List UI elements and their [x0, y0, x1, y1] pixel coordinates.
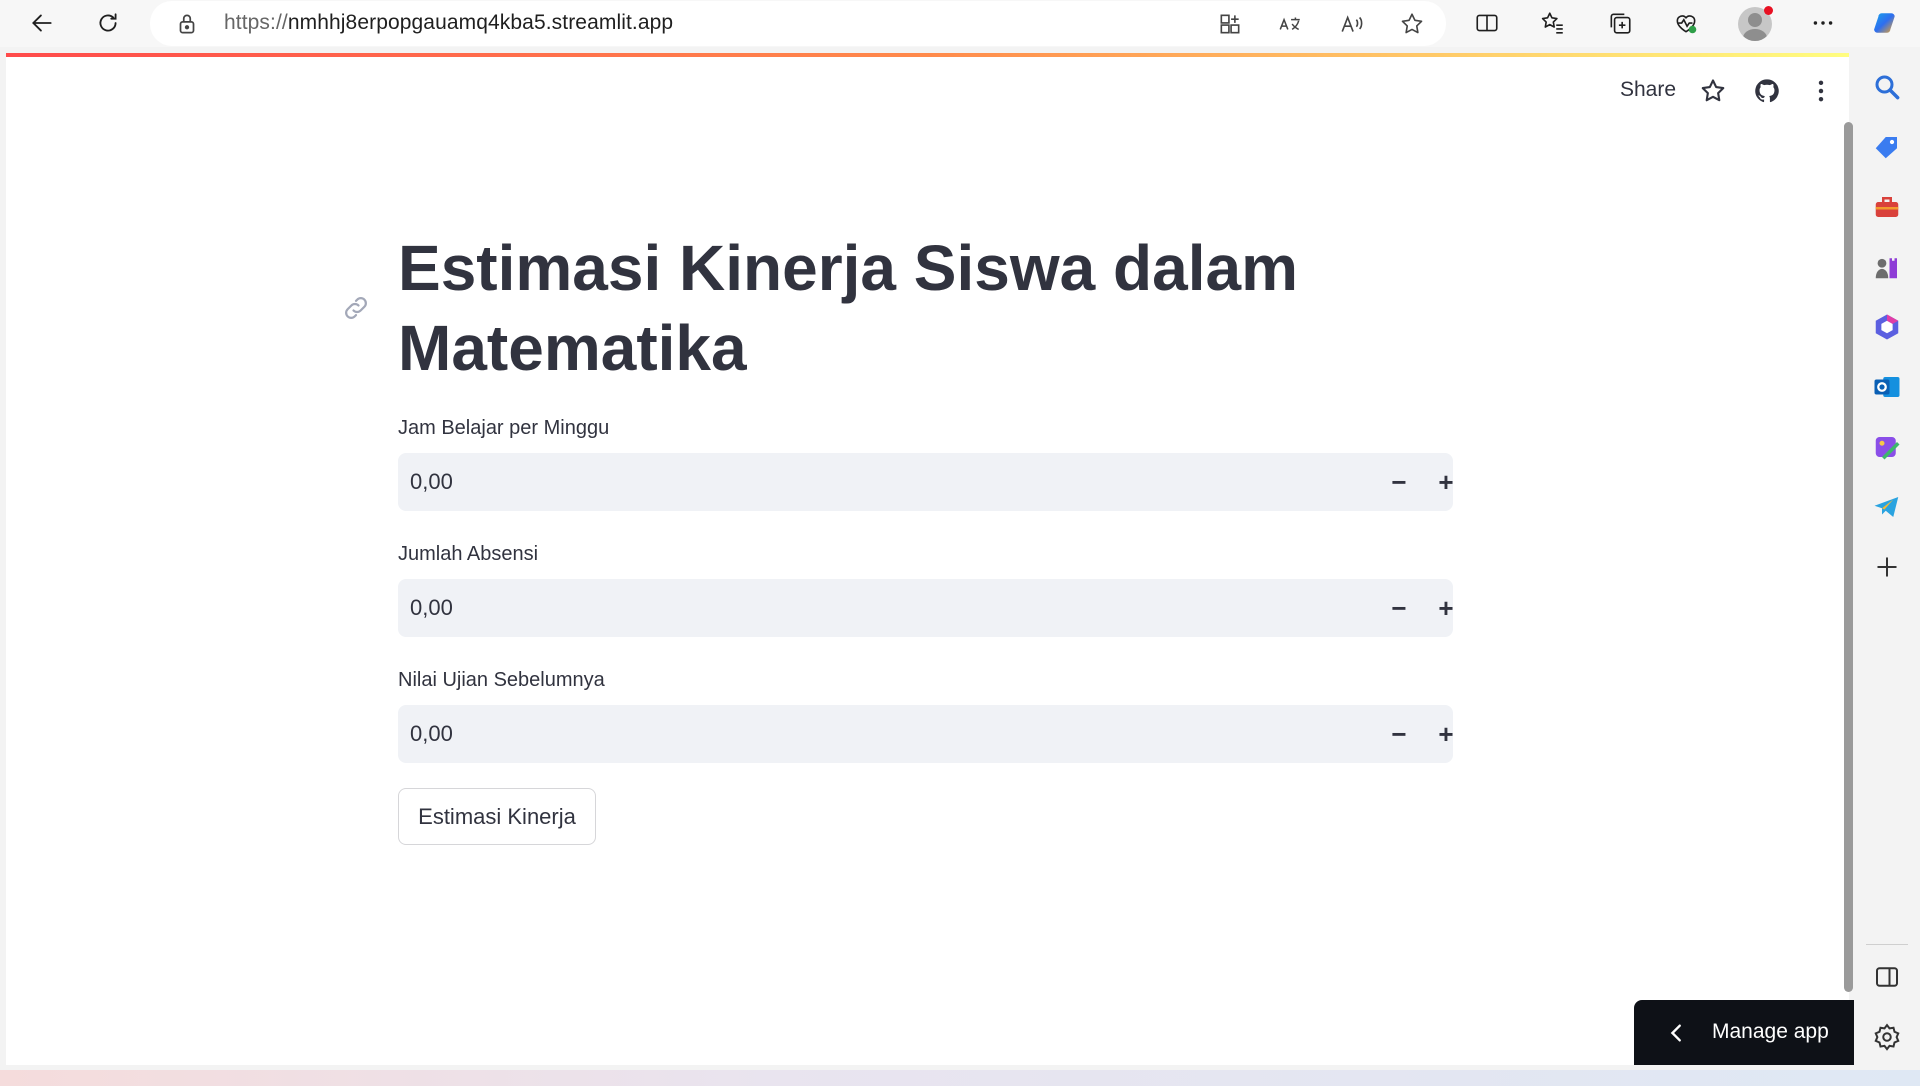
number-input-value[interactable]: 0,00: [410, 721, 453, 747]
tools-icon[interactable]: [1870, 190, 1904, 224]
sidebar-divider: [1866, 944, 1908, 945]
manage-app-label: Manage app: [1712, 1020, 1829, 1043]
github-icon[interactable]: [1752, 76, 1782, 106]
designer-icon[interactable]: [1870, 430, 1904, 464]
estimate-button[interactable]: Estimasi Kinerja: [398, 788, 596, 845]
decrement-button[interactable]: −: [1381, 464, 1417, 500]
copilot-icon[interactable]: [1866, 4, 1906, 42]
anchor-link-icon[interactable]: [341, 293, 371, 323]
back-icon[interactable]: [22, 4, 62, 42]
app-available-icon[interactable]: [1216, 10, 1244, 38]
url-text[interactable]: https://nmhhj8erpopgauamq4kba5.streamlit…: [224, 11, 673, 35]
shopping-tag-icon[interactable]: [1870, 130, 1904, 164]
number-input-previous-score[interactable]: 0,00 − +: [398, 705, 1454, 763]
more-icon[interactable]: [1803, 4, 1843, 42]
page-title: Estimasi Kinerja Siswa dalam Matematika: [398, 232, 1298, 384]
read-aloud-icon[interactable]: [1338, 10, 1366, 38]
taskbar-strip: [0, 1070, 1920, 1086]
favorites-icon[interactable]: [1533, 4, 1573, 42]
browser-essentials-icon[interactable]: [1666, 4, 1706, 42]
increment-button[interactable]: +: [1428, 716, 1464, 752]
chevron-left-icon: [1666, 1022, 1688, 1044]
settings-icon[interactable]: [1870, 1020, 1904, 1054]
url-protocol: https://: [224, 11, 288, 34]
search-icon[interactable]: [1870, 70, 1904, 104]
favorite-star-icon[interactable]: [1398, 10, 1426, 38]
url-host: nmhhj8erpopgauamq4kba5.streamlit.app: [287, 11, 674, 34]
scrollbar-thumb[interactable]: [1844, 122, 1853, 992]
games-icon[interactable]: [1870, 250, 1904, 284]
collections-icon[interactable]: [1600, 4, 1640, 42]
number-input-study-hours[interactable]: 0,00 − +: [398, 453, 1454, 511]
kebab-menu-icon[interactable]: [1806, 76, 1836, 106]
telegram-icon[interactable]: [1870, 490, 1904, 524]
add-icon[interactable]: [1870, 550, 1904, 584]
increment-button[interactable]: +: [1428, 590, 1464, 626]
manage-app-button[interactable]: Manage app: [1634, 1000, 1854, 1065]
star-icon[interactable]: [1698, 76, 1728, 106]
sidebar-toggle-icon[interactable]: [1870, 960, 1904, 994]
input-label-absences: Jumlah Absensi: [398, 543, 539, 565]
microsoft-365-icon[interactable]: [1870, 310, 1904, 344]
number-input-value[interactable]: 0,00: [410, 469, 453, 495]
app-page: [6, 53, 1849, 1065]
refresh-icon[interactable]: [88, 4, 128, 42]
input-label-previous-score: Nilai Ujian Sebelumnya: [398, 669, 605, 691]
split-screen-icon[interactable]: [1467, 4, 1507, 42]
number-input-absences[interactable]: 0,00 − +: [398, 579, 1454, 637]
number-input-value[interactable]: 0,00: [410, 595, 453, 621]
share-button[interactable]: Share: [1620, 78, 1676, 102]
lock-icon[interactable]: [174, 11, 200, 37]
notification-dot: [1764, 6, 1773, 15]
decrement-button[interactable]: −: [1381, 590, 1417, 626]
outlook-icon[interactable]: [1870, 370, 1904, 404]
input-label-study-hours: Jam Belajar per Minggu: [398, 417, 610, 439]
decrement-button[interactable]: −: [1381, 716, 1417, 752]
translate-icon[interactable]: [1276, 10, 1304, 38]
browser-toolbar: https://nmhhj8erpopgauamq4kba5.streamlit…: [0, 0, 1920, 47]
header-decoration-bar: [6, 53, 1849, 57]
address-bar[interactable]: https://nmhhj8erpopgauamq4kba5.streamlit…: [150, 1, 1446, 46]
increment-button[interactable]: +: [1428, 464, 1464, 500]
